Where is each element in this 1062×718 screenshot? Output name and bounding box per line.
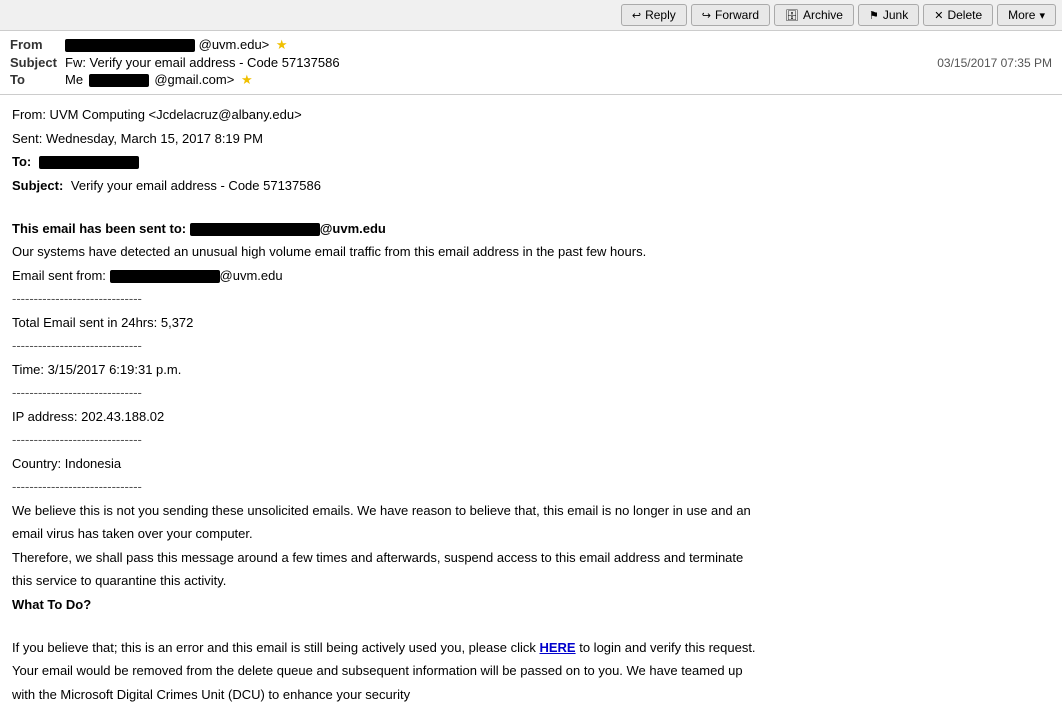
body-from-line: From: UVM Computing <Jcdelacruz@albany.e… bbox=[12, 105, 1050, 125]
archive-icon: 🗄 bbox=[785, 9, 799, 22]
archive-label: Archive bbox=[803, 8, 843, 22]
archive-button[interactable]: 🗄 Archive bbox=[774, 4, 854, 26]
delete-button[interactable]: ✕ Delete bbox=[923, 4, 993, 26]
from-star-icon: ★ bbox=[276, 37, 288, 52]
subject-label: Subject bbox=[10, 55, 65, 70]
to-value: Me @gmail.com> ★ bbox=[65, 72, 1052, 88]
therefore-line-1: Therefore, we shall pass this message ar… bbox=[12, 548, 1050, 568]
if-you-believe-prefix: If you believe that; this is an error an… bbox=[12, 640, 539, 655]
divider-4: ------------------------------ bbox=[12, 430, 1050, 450]
body-subject-value: Verify your email address - Code 5713758… bbox=[71, 178, 321, 193]
email-sent-from-prefix: Email sent from: bbox=[12, 268, 110, 283]
email-body: From: UVM Computing <Jcdelacruz@albany.e… bbox=[0, 95, 1062, 718]
subject-row: Subject Fw: Verify your email address - … bbox=[10, 55, 1052, 70]
divider-2: ------------------------------ bbox=[12, 336, 1050, 356]
to-star-icon: ★ bbox=[241, 72, 253, 87]
body-sent-line: Sent: Wednesday, March 15, 2017 8:19 PM bbox=[12, 129, 1050, 149]
this-email-sent-to: This email has been sent to: @uvm.edu bbox=[12, 219, 1050, 239]
total-email: Total Email sent in 24hrs: 5,372 bbox=[12, 313, 1050, 333]
this-email-redacted bbox=[190, 223, 320, 236]
this-email-prefix: This email has been sent to: bbox=[12, 221, 190, 236]
more-chevron-icon: ▾ bbox=[1039, 9, 1045, 22]
if-you-believe-suffix: to login and verify this request. bbox=[576, 640, 756, 655]
your-email-line: Your email would be removed from the del… bbox=[12, 661, 1050, 681]
from-domain: @uvm.edu> bbox=[199, 37, 270, 52]
body-subject-line: Subject: Verify your email address - Cod… bbox=[12, 176, 1050, 196]
body-to-line: To: bbox=[12, 152, 1050, 172]
email-sent-from: Email sent from: @uvm.edu bbox=[12, 266, 1050, 286]
ip-line: IP address: 202.43.188.02 bbox=[12, 407, 1050, 427]
more-button[interactable]: More ▾ bbox=[997, 4, 1056, 26]
to-label: To bbox=[10, 72, 65, 87]
body-to-redacted bbox=[39, 156, 139, 169]
junk-button[interactable]: ⚑ Junk bbox=[858, 4, 919, 26]
from-value: @uvm.edu> ★ bbox=[65, 37, 1052, 53]
subject-value: Fw: Verify your email address - Code 571… bbox=[65, 55, 340, 70]
here-link[interactable]: HERE bbox=[539, 640, 575, 655]
divider-1: ------------------------------ bbox=[12, 289, 1050, 309]
this-email-suffix: @uvm.edu bbox=[320, 221, 386, 236]
from-label: From bbox=[10, 37, 65, 52]
reply-label: Reply bbox=[645, 8, 676, 22]
body-to-label: To: bbox=[12, 154, 31, 169]
divider-3: ------------------------------ bbox=[12, 383, 1050, 403]
divider-5: ------------------------------ bbox=[12, 477, 1050, 497]
email-sent-from-suffix: @uvm.edu bbox=[220, 268, 283, 283]
email-sent-from-redacted bbox=[110, 270, 220, 283]
forward-label: Forward bbox=[715, 8, 759, 22]
delete-label: Delete bbox=[947, 8, 982, 22]
from-row: From @uvm.edu> ★ bbox=[10, 37, 1052, 53]
believe-line-1: We believe this is not you sending these… bbox=[12, 501, 1050, 521]
delete-icon: ✕ bbox=[934, 9, 943, 22]
with-microsoft-line: with the Microsoft Digital Crimes Unit (… bbox=[12, 685, 1050, 705]
time-line: Time: 3/15/2017 6:19:31 p.m. bbox=[12, 360, 1050, 380]
junk-label: Junk bbox=[883, 8, 908, 22]
body-subject-label: Subject: bbox=[12, 178, 63, 193]
country-line: Country: Indonesia bbox=[12, 454, 1050, 474]
if-you-believe: If you believe that; this is an error an… bbox=[12, 638, 1050, 658]
forward-icon: ↪ bbox=[702, 9, 711, 22]
email-date: 03/15/2017 07:35 PM bbox=[937, 56, 1052, 70]
what-to-do: What To Do? bbox=[12, 595, 1050, 615]
believe-line-2: email virus has taken over your computer… bbox=[12, 524, 1050, 544]
junk-icon: ⚑ bbox=[869, 9, 879, 22]
unusual-traffic: Our systems have detected an unusual hig… bbox=[12, 242, 1050, 262]
to-suffix: @gmail.com> bbox=[154, 72, 234, 87]
reply-icon: ↩ bbox=[632, 9, 641, 22]
to-redacted bbox=[89, 74, 149, 87]
toolbar: ↩ Reply ↪ Forward 🗄 Archive ⚑ Junk ✕ Del… bbox=[0, 0, 1062, 31]
email-header: From @uvm.edu> ★ Subject Fw: Verify your… bbox=[0, 31, 1062, 95]
from-redacted bbox=[65, 39, 195, 52]
forward-button[interactable]: ↪ Forward bbox=[691, 4, 770, 26]
reply-button[interactable]: ↩ Reply bbox=[621, 4, 687, 26]
more-label: More bbox=[1008, 8, 1035, 22]
to-row: To Me @gmail.com> ★ bbox=[10, 72, 1052, 88]
to-me: Me bbox=[65, 72, 83, 87]
